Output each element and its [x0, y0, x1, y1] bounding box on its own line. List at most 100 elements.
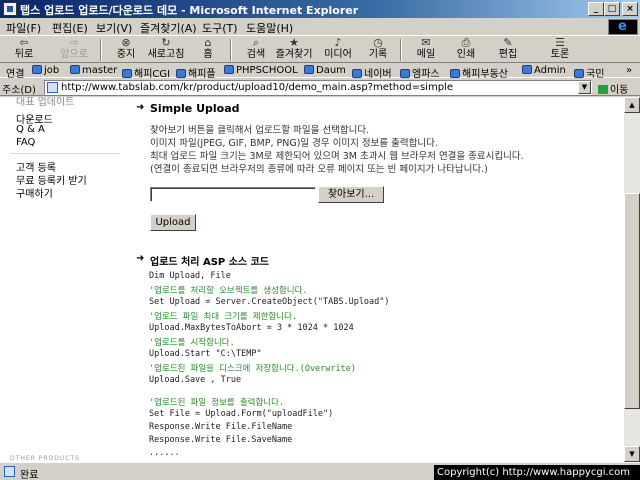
link-job[interactable]: job: [32, 65, 59, 76]
scroll-up-arrow-icon[interactable]: ▲: [624, 97, 640, 113]
scroll-down-arrow-icon[interactable]: ▼: [624, 446, 640, 462]
code-line: Upload.Save , True: [149, 375, 242, 385]
code-line: Set File = Upload.Form("uploadFile"): [149, 409, 334, 419]
link-daum[interactable]: Daum: [304, 65, 346, 76]
forward-button[interactable]: ⇨ 앞으로: [54, 37, 94, 63]
code-comment: '업로드 파일 최대 크기를 제한합니다.: [149, 312, 298, 322]
address-dropdown-arrow[interactable]: ▼: [578, 81, 591, 94]
close-button[interactable]: ×: [622, 2, 638, 16]
link-happypeople[interactable]: 해피플: [176, 65, 216, 80]
toolbar: ⇦ 뒤로 ⇨ 앞으로 ⊗ 중지 ↻ 새로고침 ⌂ 홈 ⌕ 검색 ★ 즐겨찾기 ♪…: [0, 37, 640, 63]
refresh-button[interactable]: ↻ 새로고침: [146, 37, 186, 63]
minimize-button[interactable]: _: [588, 2, 604, 16]
forward-arrow-icon: ⇨: [69, 36, 79, 49]
menu-edit[interactable]: 편집(E): [52, 20, 88, 36]
address-url: http://www.tabslab.com/kr/product/upload…: [61, 82, 453, 93]
page-icon: [70, 65, 80, 74]
home-button[interactable]: ⌂ 홈: [188, 37, 228, 63]
menu-help[interactable]: 도움말(H): [246, 20, 293, 36]
menu-tools[interactable]: 도구(T): [202, 20, 238, 36]
go-button[interactable]: 이동: [598, 81, 628, 96]
page-icon: [122, 69, 132, 78]
page-icon: [224, 65, 234, 74]
back-arrow-icon: ⇦: [19, 36, 29, 49]
code-line: ......: [149, 448, 180, 458]
copyright-banner: Copyright(c) http://www.happycgi.com: [434, 465, 640, 480]
simple-upload-title: Simple Upload: [150, 102, 240, 115]
section-arrow-icon: ➜: [136, 253, 145, 264]
browse-button[interactable]: 찾아보기...: [318, 186, 384, 203]
refresh-icon: ↻: [161, 36, 171, 49]
link-happycgi[interactable]: 해피CGI: [122, 65, 170, 80]
nav-buy[interactable]: 구매하기: [16, 185, 53, 200]
links-label: 연결: [6, 69, 25, 80]
favorites-star-icon: ★: [289, 36, 299, 49]
home-icon: ⌂: [204, 36, 212, 49]
go-arrow-icon: [598, 85, 608, 94]
toolbar-separator: [100, 39, 102, 61]
left-navigation: 대표 업데이트 다운로드 Q & A FAQ 고객 등록 무료 등록키 받기 구…: [0, 97, 128, 462]
discuss-button[interactable]: ☰ 토론: [540, 37, 580, 63]
description-line: 최대 업로드 파일 크기는 3M로 제한되어 있으며 3M 초과시 웹 브라우저…: [150, 151, 524, 162]
address-input[interactable]: http://www.tabslab.com/kr/product/upload…: [44, 80, 592, 95]
mail-button[interactable]: ✉ 메일: [406, 37, 446, 63]
menu-favorites[interactable]: 즐겨찾기(A): [140, 20, 197, 36]
page-icon: [574, 69, 584, 78]
search-icon: ⌕: [252, 36, 260, 49]
stop-button[interactable]: ⊗ 중지: [106, 37, 146, 63]
ie-throbber-logo: [608, 19, 638, 35]
history-icon: ◷: [373, 36, 383, 49]
link-kookmin[interactable]: 국민: [574, 65, 604, 80]
address-bar: 주소(D) http://www.tabslab.com/kr/product/…: [0, 79, 640, 96]
description-line: 찾아보기 버튼을 클릭해서 업로드할 파일을 선택합니다.: [150, 125, 370, 136]
upload-button[interactable]: Upload: [150, 214, 196, 231]
media-icon: ♪: [334, 36, 342, 49]
scrollbar-thumb[interactable]: [624, 193, 640, 409]
description-line: (연결이 종료되면 브라우저의 종류에 따라 오류 페이지 또는 빈 페이지가 …: [150, 164, 488, 175]
link-happy-realestate[interactable]: 해피부동산: [450, 65, 508, 80]
status-bar: 완료 Copyright(c) http://www.happycgi.com: [0, 462, 640, 480]
code-comment: '업로드된 파일 정보를 출력합니다.: [149, 398, 285, 408]
link-admin[interactable]: Admin: [522, 65, 566, 76]
menu-view[interactable]: 보기(V): [96, 20, 132, 36]
page-icon: [304, 65, 314, 74]
window-title: 탭스 업로드 업로드/다운로드 데모 - Microsoft Internet …: [20, 4, 359, 17]
ie-window-icon: [3, 2, 17, 16]
history-button[interactable]: ◷ 기록: [358, 37, 398, 63]
edit-button[interactable]: ✎ 편집: [488, 37, 528, 63]
favorites-button[interactable]: ★ 즐겨찾기: [274, 37, 314, 63]
code-line: Upload.MaxBytesToAbort = 3 * 1024 * 1024: [149, 323, 354, 333]
code-line: Upload.Start "C:\TEMP": [149, 349, 262, 359]
page-icon: [352, 69, 362, 78]
link-empas[interactable]: 엠파스: [400, 65, 440, 80]
menu-file[interactable]: 파일(F): [6, 20, 41, 36]
code-line: Dim Upload, File: [149, 271, 231, 281]
page-icon: [522, 65, 532, 74]
maximize-button[interactable]: □: [604, 2, 620, 16]
page-viewport: 대표 업데이트 다운로드 Q & A FAQ 고객 등록 무료 등록키 받기 구…: [0, 97, 624, 462]
file-path-input[interactable]: [150, 187, 316, 202]
nav-qa[interactable]: Q & A: [16, 124, 45, 135]
links-more-chevron[interactable]: »: [626, 65, 632, 76]
page-icon: [450, 69, 460, 78]
links-bar: 연결 job master 해피CGI 해피플 PHPSCHOOL Daum 네…: [0, 64, 640, 80]
back-button[interactable]: ⇦ 뒤로: [4, 37, 44, 63]
search-button[interactable]: ⌕ 검색: [236, 37, 276, 63]
media-button[interactable]: ♪ 미디어: [318, 37, 358, 63]
sidebar-cut-item[interactable]: 대표 업데이트: [16, 97, 74, 108]
description-line: 이미지 파일(JPEG, GIF, BMP, PNG)일 경우 이미지 정보를 …: [150, 138, 438, 149]
nav-faq[interactable]: FAQ: [16, 137, 35, 148]
asp-source-title: 업로드 처리 ASP 소스 코드: [150, 257, 269, 268]
address-label: 주소(D): [2, 85, 36, 96]
link-phpschool[interactable]: PHPSCHOOL: [224, 65, 298, 76]
edit-document-icon: ✎: [503, 36, 513, 49]
link-naver[interactable]: 네이버: [352, 65, 392, 80]
link-master[interactable]: master: [70, 65, 117, 76]
code-line: Response.Write File.FileName: [149, 422, 293, 432]
status-text: 완료: [20, 470, 39, 480]
vertical-scrollbar[interactable]: ▲ ▼: [624, 97, 640, 462]
code-line: Set Upload = Server.CreateObject("TABS.U…: [149, 297, 390, 307]
discuss-icon: ☰: [555, 36, 565, 49]
print-button[interactable]: ⎙ 인쇄: [446, 37, 486, 63]
code-line: Response.Write File.SaveName: [149, 435, 293, 445]
